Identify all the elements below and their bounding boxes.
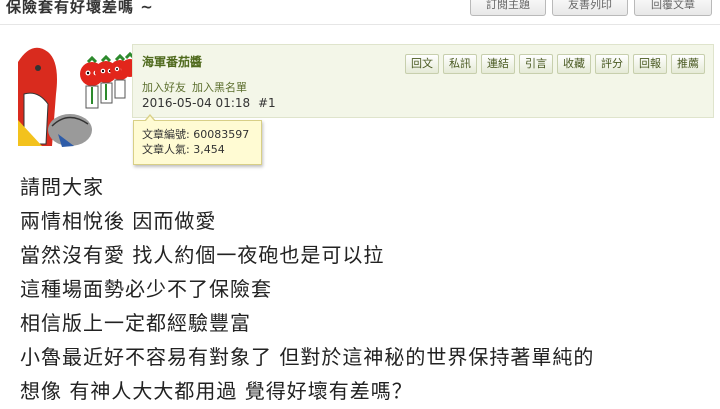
post-actions: 回文 私訊 連結 引言 收藏 評分 回報 推薦 xyxy=(405,54,705,74)
popularity-value: 3,454 xyxy=(193,143,225,156)
topic-toolbar: 訂閱主題 友善列印 回覆文章 xyxy=(470,0,712,16)
post-line: 想像 有神人大大都用過 覺得好壞有差嗎？ xyxy=(20,379,413,403)
post-line: 當然沒有愛 找人約個一夜砲也是可以拉 xyxy=(20,243,385,267)
print-button[interactable]: 友善列印 xyxy=(552,0,628,16)
topic-title: 保險套有好壞差嗎 ~ xyxy=(6,0,154,16)
private-message-button[interactable]: 私訊 xyxy=(443,54,477,74)
article-id-value: 60083597 xyxy=(193,128,250,141)
post-line: 相信版上一定都經驗豐富 xyxy=(20,311,251,335)
article-id-row: 文章編號: 60083597 xyxy=(142,127,261,142)
topic-header: 保險套有好壞差嗎 ~ 訂閱主題 友善列印 回覆文章 xyxy=(0,0,720,24)
report-button[interactable]: 回報 xyxy=(633,54,667,74)
post-line: 兩情相悅後 因而做愛 xyxy=(20,209,217,233)
author-name[interactable]: 海軍番茄醬 xyxy=(142,53,202,70)
popularity-label: 文章人氣: xyxy=(142,143,190,156)
quote-button[interactable]: 引言 xyxy=(519,54,553,74)
divider xyxy=(0,24,720,25)
popularity-row: 文章人氣: 3,454 xyxy=(142,142,261,157)
subscribe-button[interactable]: 訂閱主題 xyxy=(470,0,546,16)
post-datetime: 2016-05-04 01:18 xyxy=(142,96,251,110)
rate-button[interactable]: 評分 xyxy=(595,54,629,74)
article-id-label: 文章編號: xyxy=(142,128,190,141)
author-links: 加入好友 加入黑名單 xyxy=(142,79,247,95)
post-floor[interactable]: #1 xyxy=(258,96,276,110)
add-blacklist-link[interactable]: 加入黑名單 xyxy=(192,79,247,95)
reply-button[interactable]: 回覆文章 xyxy=(634,0,712,16)
avatar-illustration-icon xyxy=(18,34,132,150)
post-body: 請問大家 兩情相悅後 因而做愛 當然沒有愛 找人約個一夜砲也是可以拉 這種場面勢… xyxy=(20,170,718,408)
article-info-tooltip: 文章編號: 60083597 文章人氣: 3,454 xyxy=(133,114,262,165)
post-line: 請問大家 xyxy=(20,175,104,199)
bookmark-button[interactable]: 收藏 xyxy=(557,54,591,74)
reply-post-button[interactable]: 回文 xyxy=(405,54,439,74)
post-header: 海軍番茄醬 加入好友 加入黑名單 2016-05-04 01:18 #1 回文 … xyxy=(132,44,714,118)
avatar[interactable] xyxy=(18,34,132,150)
post-meta: 2016-05-04 01:18 #1 xyxy=(142,96,276,110)
post-line: 這種場面勢必少不了保險套 xyxy=(20,277,272,301)
recommend-button[interactable]: 推薦 xyxy=(671,54,705,74)
add-friend-link[interactable]: 加入好友 xyxy=(142,79,186,95)
post-line: 小魯最近好不容易有對象了 但對於這神秘的世界保持著單純的 xyxy=(20,345,595,369)
link-button[interactable]: 連結 xyxy=(481,54,515,74)
